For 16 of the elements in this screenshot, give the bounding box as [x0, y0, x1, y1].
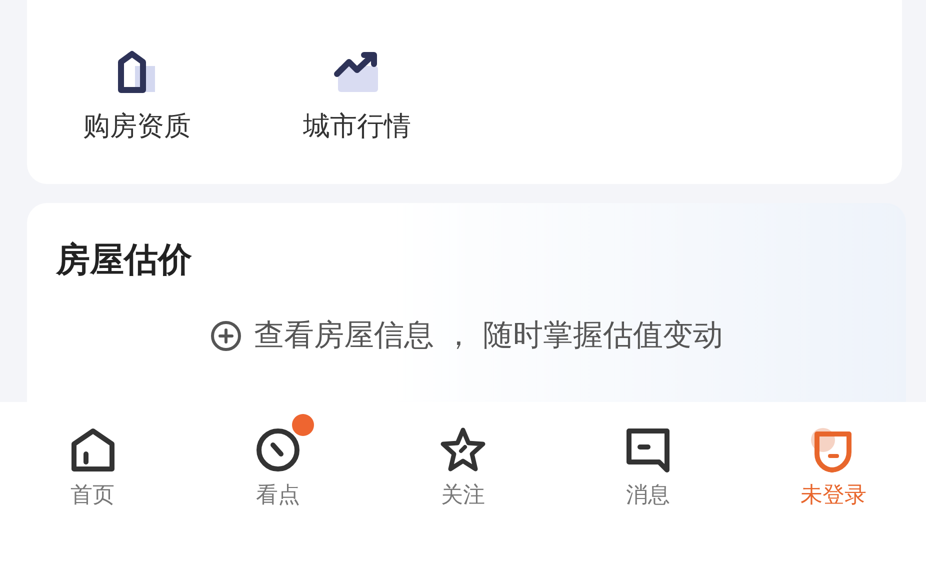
compass-icon: [254, 426, 302, 474]
nav-tab[interactable]: 看点: [185, 412, 370, 528]
chat-icon: [624, 426, 672, 474]
house-outline-icon: [117, 50, 157, 94]
tool-label[interactable]: 购房资质: [83, 108, 191, 144]
nav-tab[interactable]: 首页: [0, 412, 186, 528]
tool-label[interactable]: 城市行情: [303, 108, 411, 144]
section-title: 房屋估价: [56, 239, 193, 282]
plus-circle-icon[interactable]: [210, 320, 242, 352]
home-icon: [68, 426, 117, 474]
add-house-hint[interactable]: 查看房屋信息 ， 随时掌握估值变动: [254, 315, 724, 356]
nav-tab[interactable]: 未登录: [740, 412, 926, 528]
nav-tab[interactable]: 关注: [370, 412, 556, 528]
star-icon: [439, 426, 487, 474]
nav-tab[interactable]: 消息: [556, 412, 741, 528]
trend-chart-icon: [334, 50, 380, 94]
